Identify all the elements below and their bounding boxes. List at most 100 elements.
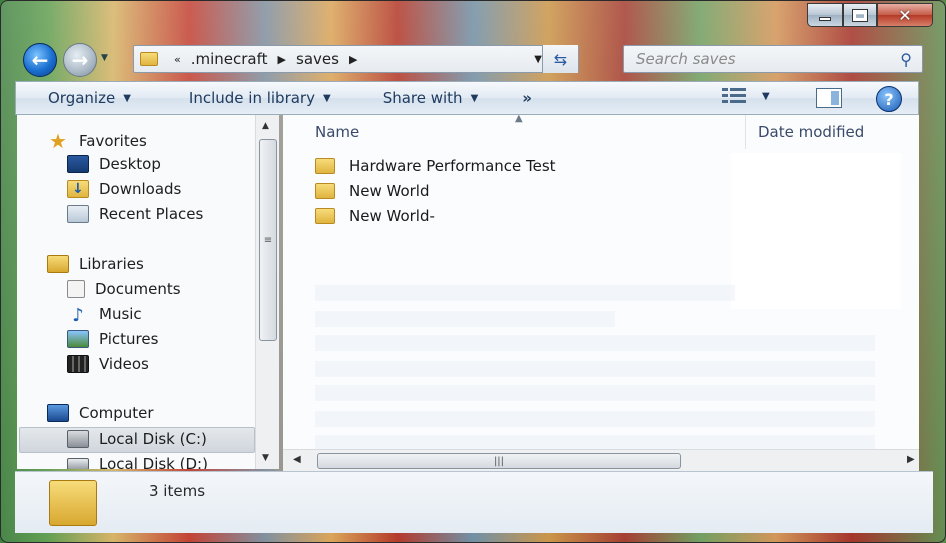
sidebar-item-label: Pictures: [99, 330, 159, 348]
search-icon[interactable]: ⚲: [900, 50, 912, 69]
recent-places-icon: [67, 205, 89, 223]
file-name: Hardware Performance Test: [349, 157, 556, 175]
refresh-button[interactable]: ⇆: [542, 45, 578, 73]
sidebar-item-downloads[interactable]: Downloads: [67, 180, 181, 198]
scrollbar-thumb[interactable]: |||: [317, 453, 681, 469]
help-button[interactable]: ?: [876, 86, 902, 112]
downloads-icon: [67, 180, 89, 198]
list-item: [315, 385, 875, 401]
file-name: New World-: [349, 207, 435, 225]
maximize-button[interactable]: [843, 3, 877, 27]
sidebar-group-computer[interactable]: Computer: [47, 404, 154, 422]
blank-region: [731, 153, 901, 309]
sidebar-item-documents[interactable]: Documents: [67, 280, 181, 298]
chevron-down-icon: ▼: [322, 92, 331, 104]
back-button[interactable]: ←: [23, 43, 57, 77]
sidebar-item-local-disk-c[interactable]: Local Disk (C:): [67, 430, 207, 448]
chevron-down-icon: ▼: [470, 92, 479, 104]
sidebar-item-label: Local Disk (D:): [99, 455, 208, 469]
share-with-button[interactable]: Share with ▼: [383, 89, 479, 107]
folder-icon: [140, 52, 158, 66]
folder-icon: [315, 158, 335, 174]
scroll-left-icon[interactable]: ◀: [293, 454, 301, 465]
breadcrumb-minecraft[interactable]: .minecraft: [191, 50, 268, 68]
folder-icon: [315, 183, 335, 199]
sidebar-item-pictures[interactable]: Pictures: [67, 330, 158, 348]
command-bar: Organize ▼ Include in library ▼ Share with…: [15, 81, 919, 115]
recent-pages-dropdown-icon[interactable]: ▼: [101, 53, 108, 63]
sidebar-group-libraries[interactable]: Libraries: [47, 255, 144, 273]
list-item: [315, 411, 875, 427]
scroll-up-icon[interactable]: ▲: [262, 121, 269, 131]
libraries-icon: [47, 255, 69, 273]
forward-arrow-icon: →: [71, 48, 89, 72]
sidebar-item-label: Documents: [95, 280, 181, 298]
column-header-row: ▲ Name Date modified: [283, 115, 919, 149]
search-input[interactable]: [636, 50, 886, 68]
file-list-pane: ▲ Name Date modified Hardware Performanc…: [283, 115, 919, 469]
minimize-icon: [819, 17, 831, 21]
explorer-window: ✕ ← → ▼ « .minecraft ▶ saves ▶ ▼ ⇆ ⚲ Org…: [0, 0, 946, 543]
sidebar-item-music[interactable]: ♪ Music: [67, 305, 141, 326]
sidebar-item-local-disk-d[interactable]: Local Disk (D:): [67, 455, 208, 469]
chevron-down-icon: ▼: [762, 90, 770, 102]
sidebar-item-desktop[interactable]: Desktop: [67, 155, 161, 173]
address-dropdown-icon[interactable]: ▼: [534, 54, 542, 65]
sidebar-item-videos[interactable]: Videos: [67, 355, 149, 373]
item-count: 3 items: [149, 482, 206, 500]
breadcrumb-overflow[interactable]: «: [174, 53, 181, 66]
back-arrow-icon: ←: [31, 48, 49, 72]
file-row[interactable]: Hardware Performance Test: [315, 157, 556, 175]
organize-button[interactable]: Organize ▼: [48, 89, 131, 107]
forward-button[interactable]: →: [63, 43, 97, 77]
sidebar-item-label: Desktop: [99, 155, 161, 173]
more-commands-button[interactable]: »: [522, 89, 532, 107]
column-header-date-modified[interactable]: Date modified: [745, 115, 905, 149]
refresh-icon: ⇆: [553, 49, 568, 69]
address-bar[interactable]: « .minecraft ▶ saves ▶ ▼ ⇆: [133, 45, 579, 73]
include-in-library-label: Include in library: [188, 89, 315, 107]
pictures-icon: [67, 330, 89, 348]
organize-label: Organize: [48, 89, 116, 107]
local-disk-icon: [67, 458, 89, 469]
sidebar-group-label: Favorites: [79, 132, 147, 150]
breadcrumb-separator-icon[interactable]: ▶: [349, 53, 357, 66]
scrollbar-thumb[interactable]: ≡: [259, 139, 277, 341]
column-header-name[interactable]: Name: [315, 123, 359, 141]
folder-icon: [49, 480, 97, 526]
breadcrumb-saves[interactable]: saves: [296, 50, 339, 68]
desktop-icon: [67, 155, 89, 173]
breadcrumb-separator-icon[interactable]: ▶: [278, 53, 286, 66]
favorites-star-icon: ★: [49, 129, 67, 153]
scroll-down-icon[interactable]: ▼: [262, 453, 269, 463]
sidebar-item-recent-places[interactable]: Recent Places: [67, 205, 203, 223]
navigation-pane-scrollbar[interactable]: ▲ ≡ ▼: [255, 115, 279, 469]
sidebar-group-favorites[interactable]: ★ Favorites: [47, 129, 147, 153]
preview-pane-button[interactable]: [816, 88, 842, 108]
sort-ascending-icon: ▲: [515, 115, 523, 124]
search-box[interactable]: ⚲: [623, 45, 923, 73]
computer-icon: [47, 404, 69, 422]
folder-icon: [315, 208, 335, 224]
list-item: [315, 311, 615, 327]
close-button[interactable]: ✕: [877, 3, 933, 27]
file-row[interactable]: New World: [315, 182, 429, 200]
share-with-label: Share with: [382, 89, 463, 107]
local-disk-icon: [67, 430, 89, 448]
scroll-right-icon[interactable]: ▶: [907, 454, 915, 465]
details-view-icon: [722, 88, 746, 104]
navigation-bar: ← → ▼ « .minecraft ▶ saves ▶ ▼ ⇆ ⚲: [15, 39, 933, 77]
sidebar-item-label: Local Disk (C:): [99, 430, 207, 448]
documents-icon: [67, 280, 85, 298]
include-in-library-button[interactable]: Include in library ▼: [189, 89, 331, 107]
file-row[interactable]: New World-: [315, 207, 435, 225]
maximize-icon: [852, 8, 868, 22]
details-pane: 3 items: [15, 471, 933, 533]
horizontal-scrollbar[interactable]: ◀ ||| ▶: [283, 449, 919, 471]
minimize-button[interactable]: [807, 3, 843, 27]
sidebar-group-label: Computer: [79, 404, 154, 422]
list-item: [315, 335, 875, 351]
change-view-button[interactable]: ▼: [722, 88, 770, 104]
sidebar-item-label: Videos: [99, 355, 149, 373]
file-name: New World: [349, 182, 430, 200]
